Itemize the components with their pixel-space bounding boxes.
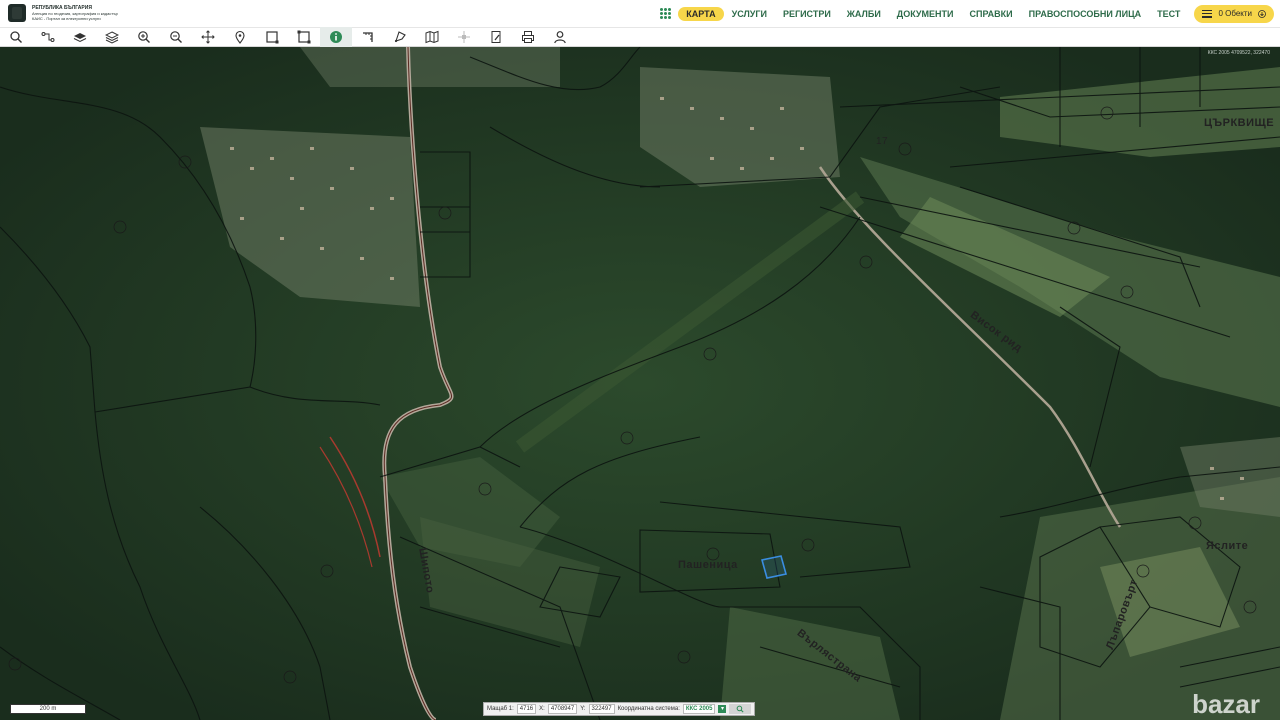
print-icon: [522, 31, 534, 43]
measure-area-icon: [394, 31, 406, 43]
tool-info[interactable]: [320, 27, 352, 47]
menu-icon: [1202, 9, 1213, 18]
logo-text: РЕПУБЛИКА БЪЛГАРИЯ Агенция по геодезия, …: [32, 4, 118, 21]
apps-grid-icon[interactable]: [660, 7, 672, 20]
tool-print[interactable]: [512, 27, 544, 47]
tool-edit-document[interactable]: [480, 27, 512, 47]
tool-measure-area[interactable]: [384, 27, 416, 47]
x-coordinate-input[interactable]: 4708947: [547, 704, 578, 714]
map-icon: [425, 30, 439, 44]
select-polygon-icon: [297, 30, 311, 44]
tool-location[interactable]: [224, 27, 256, 47]
tool-map[interactable]: [416, 27, 448, 47]
logo[interactable]: РЕПУБЛИКА БЪЛГАРИЯ Агенция по геодезия, …: [8, 3, 126, 23]
coordinates-icon: [458, 31, 470, 43]
tool-zoom-out[interactable]: [160, 27, 192, 47]
info-icon: [330, 31, 342, 43]
logo-subtitle: Агенция по геодезия, картография и кадас…: [32, 10, 118, 16]
objects-count: 0 Обекти: [1218, 9, 1252, 18]
tool-layers[interactable]: [64, 27, 96, 47]
zoom-out-icon: [170, 31, 182, 43]
parcel-label-17: 17: [876, 136, 889, 147]
edit-document-icon: [491, 31, 501, 43]
coat-of-arms-icon: [8, 4, 26, 22]
tool-zoom-in[interactable]: [128, 27, 160, 47]
location-pin-icon: [235, 30, 245, 44]
place-label-yaslite: Яслите: [1206, 540, 1249, 552]
place-label-pashenitsa: Пашеница: [678, 559, 738, 571]
logo-title: РЕПУБЛИКА БЪЛГАРИЯ: [32, 4, 92, 11]
satellite-imagery: [0, 47, 1280, 720]
y-label: Y:: [580, 706, 586, 712]
map-toolbar: [0, 27, 1280, 47]
status-bar: Мащаб 1: 4716 X: 4708947 Y: 322497 Коорд…: [483, 702, 756, 716]
top-coordinate-readout: ККС 2005 4709522, 322470: [1207, 50, 1270, 56]
map-canvas[interactable]: ККС 2005 4709522, 322470 ЦЪРКВИЩЕ 17 Вис…: [0, 47, 1280, 720]
select-rectangle-icon: [266, 31, 279, 44]
objects-button[interactable]: 0 Обекти: [1194, 4, 1274, 23]
crs-label: Координатна система:: [617, 706, 680, 712]
layers-icon: [73, 33, 87, 43]
measure-distance-icon: [363, 32, 373, 42]
nav-item-registers[interactable]: РЕГИСТРИ: [775, 7, 839, 21]
search-icon: [737, 705, 745, 713]
tool-select-polygon[interactable]: [288, 27, 320, 47]
nav-item-documents[interactable]: ДОКУМЕНТИ: [889, 7, 962, 21]
tool-search[interactable]: [0, 27, 32, 47]
nav-item-qualified-persons[interactable]: ПРАВОСПОСОБНИ ЛИЦА: [1021, 7, 1150, 21]
pan-icon: [201, 30, 215, 44]
header: РЕПУБЛИКА БЪЛГАРИЯ Агенция по геодезия, …: [0, 0, 1280, 27]
arrow-down-icon: [1258, 9, 1266, 18]
coordinate-search-button[interactable]: [729, 704, 752, 714]
scale-bar: 200 m: [10, 704, 86, 714]
nav-item-map[interactable]: КАРТА: [678, 6, 724, 21]
selected-parcel[interactable]: [761, 555, 787, 579]
tool-layers-stack[interactable]: [96, 27, 128, 47]
nav-item-test[interactable]: ТЕСТ: [1149, 7, 1188, 21]
scale-label: Мащаб 1:: [487, 706, 514, 712]
route-icon: [41, 32, 55, 42]
nav-item-references[interactable]: СПРАВКИ: [962, 7, 1021, 21]
user-icon: [554, 31, 566, 44]
tool-coordinates[interactable]: [448, 27, 480, 47]
watermark: bazar: [1192, 689, 1260, 719]
tool-user[interactable]: [544, 27, 576, 47]
tool-measure-distance[interactable]: [352, 27, 384, 47]
tool-pan[interactable]: [192, 27, 224, 47]
tool-select-rectangle[interactable]: [256, 27, 288, 47]
x-label: X:: [539, 706, 545, 712]
search-icon: [10, 31, 22, 43]
logo-caption: КАИС - Портал за електронни услуги: [32, 15, 101, 21]
zoom-in-icon: [138, 31, 150, 43]
tool-route[interactable]: [32, 27, 64, 47]
crs-select-value[interactable]: ККС 2005: [682, 704, 716, 714]
scale-input[interactable]: 4716: [516, 704, 537, 714]
nav-item-services[interactable]: УСЛУГИ: [724, 7, 775, 21]
nav-item-complaints[interactable]: ЖАЛБИ: [839, 7, 889, 21]
layers-stack-icon: [105, 31, 119, 44]
place-label-carkvishte: ЦЪРКВИЩЕ: [1204, 117, 1275, 129]
y-coordinate-input[interactable]: 322497: [588, 704, 615, 714]
main-nav: КАРТА УСЛУГИ РЕГИСТРИ ЖАЛБИ ДОКУМЕНТИ СП…: [660, 0, 1280, 27]
chevron-down-icon[interactable]: ▾: [718, 705, 727, 713]
